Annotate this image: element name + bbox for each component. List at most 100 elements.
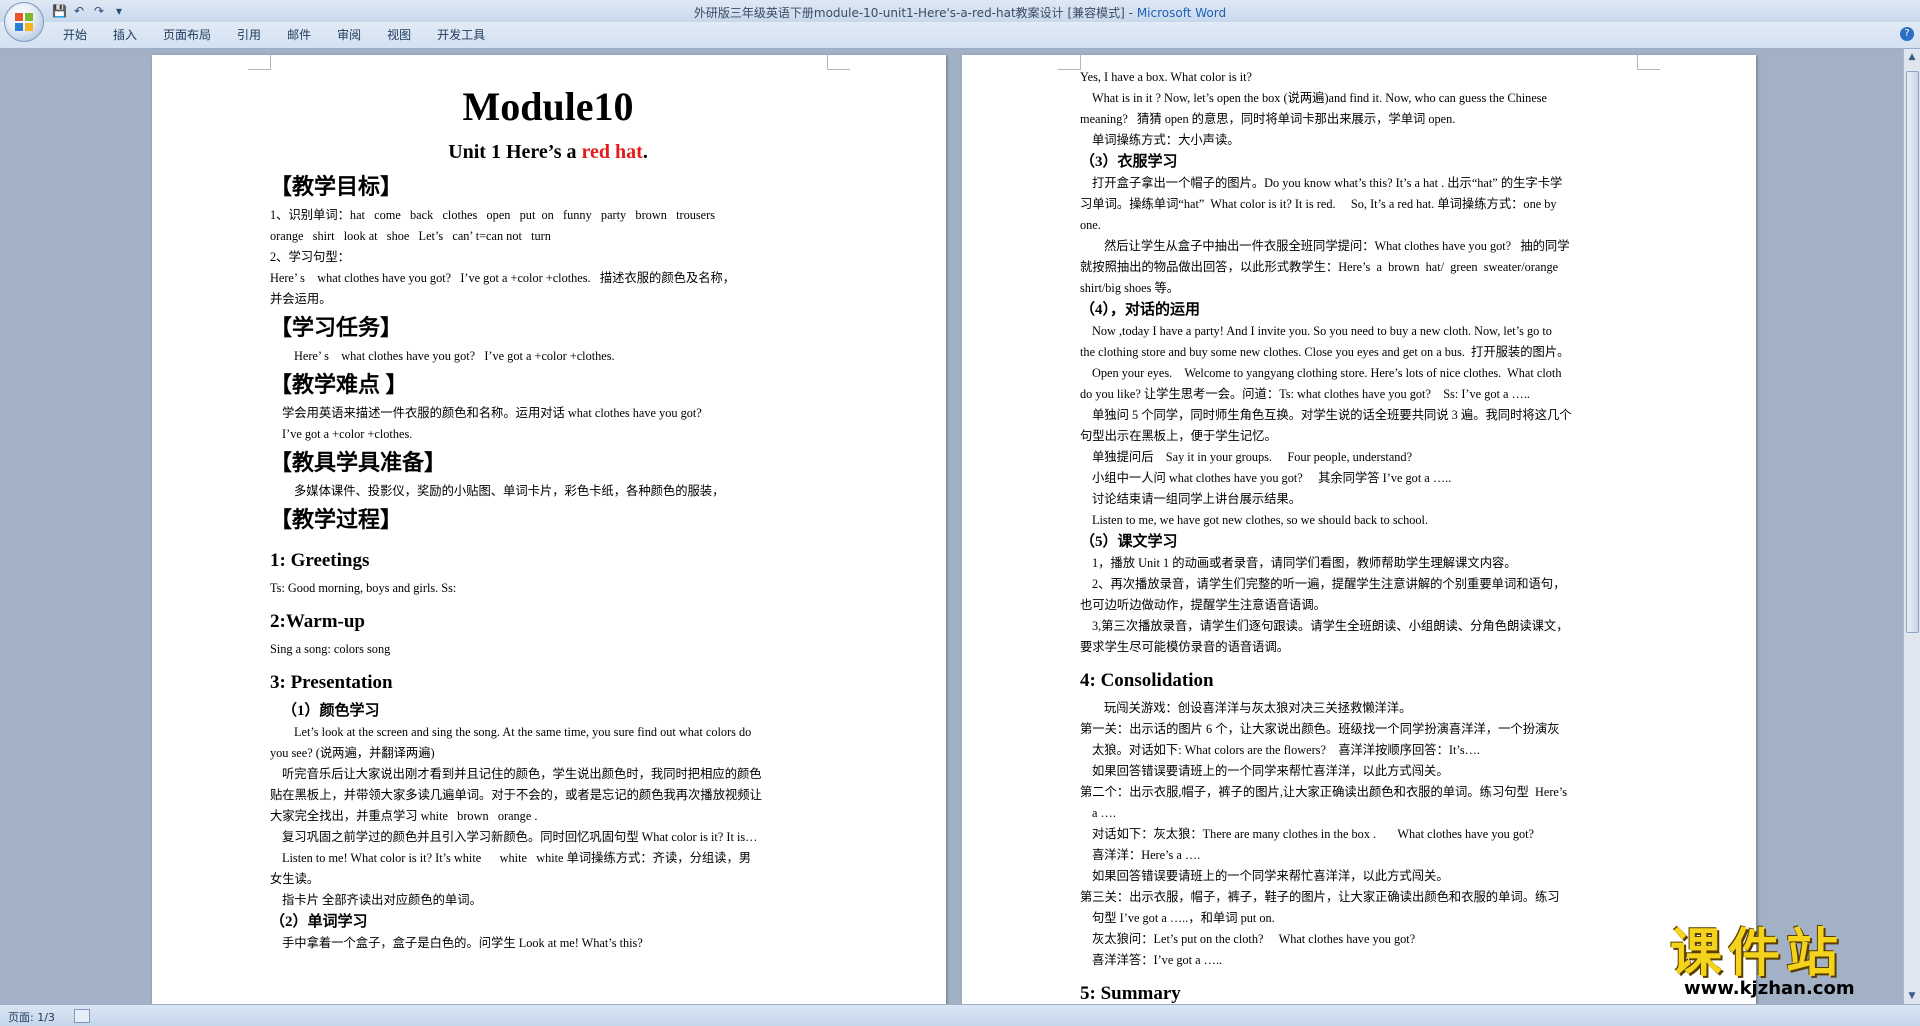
page1-line: 贴在黑板上，并带领大家多读几遍单词。对于不会的，或者是忘记的颜色我再次播放视频让 — [270, 788, 762, 802]
page-1-lines: 【教学目标】 1、识别单词：hat come back clothes open … — [270, 169, 826, 954]
tab-view[interactable]: 视图 — [374, 27, 424, 43]
page1-line: 【教学过程】 — [270, 507, 403, 532]
page2-line: 3,第三次播放录音，请学生们逐句跟读。请学生全班朗读、小组朗读、分角色朗读课文， — [1092, 619, 1569, 633]
page2-line: shirt/big shoes 等。 — [1080, 281, 1180, 295]
tab-mailings[interactable]: 邮件 — [274, 27, 324, 43]
title-bar: 💾 ↶ ↷ ▾ 外研版三年级英语下册module-10-unit1-Here's… — [0, 0, 1920, 22]
page1-line: orange shirt look at shoe Let’s can’ t=c… — [270, 229, 551, 243]
page-count-status[interactable]: 页面: 1/3 — [8, 1009, 55, 1025]
page2-line: Open your eyes. Welcome to yangyang clot… — [1092, 366, 1562, 380]
unit-hat-word: hat — [610, 141, 643, 163]
page-2-lines: Yes, I have a box. What color is it? What… — [1080, 67, 1636, 1004]
app-name: Microsoft Word — [1136, 6, 1227, 20]
page1-line: 大家完全找出，并重点学习 white brown orange . — [270, 809, 538, 823]
page1-line: 2:Warm-up — [270, 611, 365, 632]
page1-line: 手中拿着一个盒子，盒子是白色的。问学生 Look at me! What’s t… — [282, 936, 643, 950]
page2-line: 灰太狼问：Let’s put on the cloth? What clothe… — [1092, 932, 1416, 946]
page1-line: 复习巩固之前学过的颜色并且引入学习新颜色。同时回忆巩固句型 What color… — [282, 830, 758, 844]
page2-line: （4），对话的运用 — [1080, 302, 1201, 318]
page1-line: 听完音乐后让大家说出刚才看到并且记住的颜色，学生说出颜色时，我同时把相应的颜色 — [282, 767, 762, 781]
vertical-scrollbar[interactable]: ▲ ▼ — [1903, 49, 1920, 1004]
page2-line: Yes, I have a box. What color is it? — [1080, 70, 1253, 84]
document-title: 外研版三年级英语下册module-10-unit1-Here's-a-red-h… — [693, 6, 1137, 20]
page2-line: 习单词。操练单词“hat” What color is it? It is re… — [1080, 197, 1557, 211]
page2-line: （3）衣服学习 — [1080, 154, 1178, 170]
page1-line: 1: Greetings — [270, 550, 370, 571]
help-icon[interactable]: ? — [1900, 27, 1914, 41]
scrollbar-thumb[interactable] — [1906, 71, 1919, 633]
page2-line: 也可边听边做动作，提醒学生注意语音语调。 — [1080, 598, 1326, 612]
status-bar: 页面: 1/3 — [0, 1004, 1920, 1026]
page1-line: Ts: Good morning, boys and girls. Ss: — [270, 581, 457, 595]
tab-references[interactable]: 引用 — [224, 27, 274, 43]
page1-line: 【教学难点 】 — [270, 372, 408, 397]
page1-line: 2、学习句型： — [270, 250, 350, 264]
page2-line: 句型出示在黑板上，便于学生记忆。 — [1080, 429, 1277, 443]
page2-line: 第一关：出示话的图片 6 个，让大家说出颜色。班级找一个同学扮演喜洋洋，一个扮演… — [1080, 722, 1560, 736]
watermark-logo: 课件站 www.kjzhan.com — [1670, 926, 1910, 1006]
page1-line: I’ve got a +color +clothes. — [282, 427, 413, 441]
page1-line: （2）单词学习 — [270, 914, 368, 930]
page1-line: you see? (说两遍，并翻译两遍) — [270, 746, 435, 760]
page2-line: 句型 I’ve got a …..，和单词 put on. — [1092, 911, 1275, 925]
page2-line: 单独提问后 Say it in your groups. Four people… — [1092, 450, 1413, 464]
page1-line: 【学习任务】 — [270, 315, 403, 340]
page2-line: 小组中一人问 what clothes have you got? 其余同学答 … — [1092, 471, 1452, 485]
page1-line: 1、识别单词：hat come back clothes open put on… — [270, 208, 715, 222]
tab-insert[interactable]: 插入 — [100, 27, 150, 43]
office-button[interactable] — [4, 2, 44, 42]
page2-line: 玩闯关游戏：创设喜洋洋与灰太狼对决三关拯救懒洋洋。 — [1104, 701, 1412, 715]
page1-line: 【教具学具准备】 — [270, 450, 447, 475]
tab-developer[interactable]: 开发工具 — [424, 27, 498, 43]
office-logo-icon — [15, 13, 33, 31]
watermark-url: www.kjzhan.com — [1684, 978, 1855, 999]
scroll-up-icon[interactable]: ▲ — [1906, 51, 1918, 63]
tab-review[interactable]: 审阅 — [324, 27, 374, 43]
unit-text: Unit 1 Here’s a — [448, 141, 582, 163]
page2-line: 对话如下：灰太狼：There are many clothes in the b… — [1092, 827, 1535, 841]
page2-line: 单词操练方式：大小声读。 — [1092, 133, 1240, 147]
document-page-2[interactable]: Yes, I have a box. What color is it? What… — [962, 55, 1756, 1004]
document-page-1[interactable]: Module10 Unit 1 Here’s a red hat. 【教学目标】… — [152, 55, 946, 1004]
page2-line: 单独问 5 个同学，同时师生角色互换。对学生说的话全班要共同说 3 遍。我同时将… — [1092, 408, 1572, 422]
page2-line: 就按照抽出的物品做出回答，以此形式教学生：Here’s a brown hat/… — [1080, 260, 1559, 274]
page1-line: Listen to me! What color is it? It’s whi… — [282, 851, 752, 865]
ribbon-tabs: 开始 插入 页面布局 引用 邮件 审阅 视图 开发工具 — [50, 27, 498, 43]
unit-heading: Unit 1 Here’s a red hat. — [270, 135, 826, 169]
page1-line: Here’ s what clothes have you got? I’ve … — [270, 271, 736, 285]
page2-line: meaning? 猜猜 open 的意思，同时将单词卡那出来展示，学单词 ope… — [1080, 112, 1456, 126]
page2-line: do you like? 让学生思考一会。问道：Ts: what clothes… — [1080, 387, 1530, 401]
tab-page-layout[interactable]: 页面布局 — [150, 27, 224, 43]
page2-line: 第二个：出示衣服,帽子，裤子的图片,让大家正确读出颜色和衣服的单词。练习句型 H… — [1080, 785, 1568, 799]
page1-line: 【教学目标】 — [270, 174, 403, 199]
window-title: 外研版三年级英语下册module-10-unit1-Here's-a-red-h… — [0, 4, 1920, 21]
page2-line: （5）课文学习 — [1080, 534, 1178, 550]
document-title-heading: Module10 — [462, 84, 634, 129]
proofing-icon[interactable] — [74, 1009, 90, 1023]
watermark-text: 课件站 — [1670, 924, 1845, 984]
page2-line: 4: Consolidation — [1080, 670, 1214, 691]
page2-line: 如果回答错误要请班上的一个同学来帮忙喜洋洋，以此方式闯关。 — [1092, 764, 1449, 778]
margin-corner-mark — [248, 55, 271, 70]
page2-line: Now ,today I have a party! And I invite … — [1092, 324, 1552, 338]
page2-line: 5: Summary — [1080, 983, 1181, 1004]
page2-line: 要求学生尽可能模仿录音的语音语调。 — [1080, 640, 1290, 654]
page-1-content: Module10 Unit 1 Here’s a red hat. 【教学目标】… — [270, 55, 826, 954]
page1-line: 多媒体课件、投影仪，奖励的小贴图、单词卡片，彩色卡纸，各种颜色的服装， — [294, 484, 725, 498]
page2-line: 2、再次播放录音，请学生们完整的听一遍，提醒学生注意讲解的个别重要单词和语句， — [1092, 577, 1566, 591]
page2-line: What is in it ? Now, let’s open the box … — [1092, 91, 1548, 105]
margin-corner-mark — [1058, 55, 1081, 70]
page2-line: a …. — [1092, 806, 1116, 820]
unit-period: . — [642, 141, 648, 163]
page2-line: the clothing store and buy some new clot… — [1080, 345, 1570, 359]
page2-line: Listen to me, we have got new clothes, s… — [1092, 513, 1429, 527]
page2-line: 如果回答错误要请班上的一个同学来帮忙喜洋洋，以此方式闯关。 — [1092, 869, 1449, 883]
tab-home[interactable]: 开始 — [50, 27, 100, 43]
document-area: Module10 Unit 1 Here’s a red hat. 【教学目标】… — [0, 49, 1904, 1004]
page1-line: 女生读。 — [270, 872, 320, 886]
margin-corner-mark — [1637, 55, 1660, 70]
ribbon: 开始 插入 页面布局 引用 邮件 审阅 视图 开发工具 ? — [0, 22, 1920, 49]
page2-line: 打开盒子拿出一个帽子的图片。Do you know what’s this? I… — [1092, 176, 1563, 190]
page2-line: one. — [1080, 218, 1101, 232]
page1-line: 3: Presentation — [270, 672, 393, 693]
